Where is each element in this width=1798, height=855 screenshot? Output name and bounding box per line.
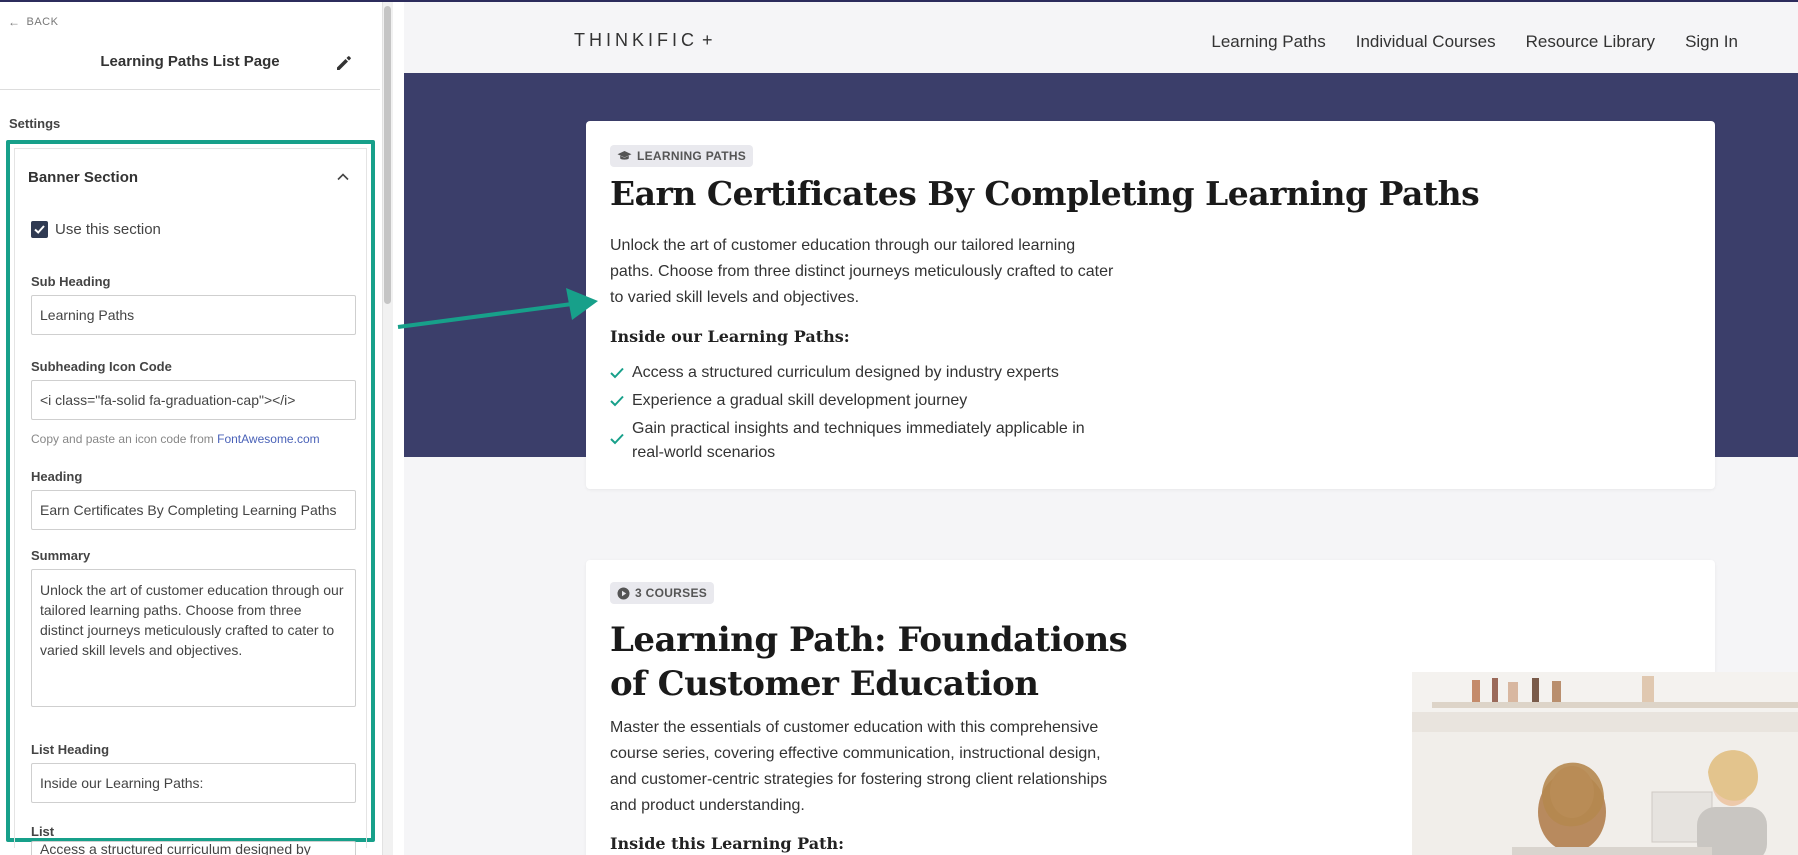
list-item: Gain practical insights and techniques i… [610,417,1110,465]
pencil-icon[interactable] [334,53,354,73]
list-textarea[interactable]: Access a structured curriculum designed … [31,841,356,855]
icon-code-label: Subheading Icon Code [31,359,172,374]
logo-text: THINKIFIC [574,30,698,50]
check-icon [610,395,624,407]
nav-individual-courses[interactable]: Individual Courses [1356,32,1496,52]
scrollbar-thumb[interactable] [384,6,391,304]
site-preview: THINKIFIC + Learning Paths Individual Cou… [404,2,1798,855]
logo-plus: + [702,30,717,50]
sub-heading-label: Sub Heading [31,274,111,289]
learning-path-list-heading: Inside this Learning Path: [610,834,845,853]
banner-checklist: Access a structured curriculum designed … [610,361,1110,469]
list-label: List [31,824,55,839]
badge-label: LEARNING PATHS [637,149,747,163]
icon-hint-text: Copy and paste an icon code from [31,432,218,446]
play-circle-icon [617,587,630,599]
banner-summary: Unlock the art of customer education thr… [610,237,1114,306]
list-heading-input[interactable]: Inside our Learning Paths: [31,763,356,803]
check-icon [610,367,624,379]
top-border [0,0,1798,2]
list-heading-label: List Heading [31,742,110,757]
site-logo[interactable]: THINKIFIC + [574,30,717,51]
back-label: BACK [26,16,59,28]
divider [0,89,380,90]
site-header: THINKIFIC + Learning Paths Individual Cou… [404,2,1798,73]
banner-section-panel: Banner Section Use this section Sub Head… [14,148,367,855]
icon-code-input[interactable]: <i class="fa-solid fa-graduation-cap"></… [31,380,356,420]
list-item: Experience a gradual skill development j… [610,389,1110,413]
nav-resource-library[interactable]: Resource Library [1526,32,1655,52]
subheading-badge: LEARNING PATHS [610,145,754,167]
checkmark-icon [34,225,45,234]
sub-heading-input[interactable]: Learning Paths [31,295,356,335]
settings-label: Settings [9,116,61,131]
theme-editor-panel: ← BACK Learning Paths List Page Settings… [0,2,393,855]
page-title: Learning Paths List Page [100,53,280,70]
banner-card: LEARNING PATHS Earn Certificates By Comp… [586,121,1715,489]
banner-list-heading: Inside our Learning Paths: [610,327,850,346]
fontawesome-link[interactable]: FontAwesome.com [217,432,320,446]
arrow-left-icon: ← [8,15,21,29]
summary-textarea[interactable]: Unlock the art of customer education thr… [31,569,356,707]
main-nav: Learning Paths Individual Courses Resour… [1211,32,1738,52]
learning-path-title[interactable]: Learning Path: Foundations of Customer E… [610,618,1170,706]
learning-path-summary: Master the essentials of customer educat… [610,719,1108,814]
chevron-up-icon[interactable] [335,169,351,185]
use-section-label: Use this section [55,221,161,238]
list-item: Access a structured curriculum designed … [610,361,1110,385]
heading-input[interactable]: Earn Certificates By Completing Learning… [31,490,356,530]
list-item-text: Experience a gradual skill development j… [632,392,968,409]
graduation-cap-icon [617,151,632,160]
nav-sign-in[interactable]: Sign In [1685,32,1738,52]
list-item-text: Gain practical insights and techniques i… [632,420,1085,461]
banner-section-highlight: Banner Section Use this section Sub Head… [6,140,375,855]
back-link[interactable]: ← BACK [8,15,58,29]
heading-label: Heading [31,469,83,484]
section-title: Banner Section [28,169,139,186]
icon-code-hint: Copy and paste an icon code from FontAwe… [31,432,320,446]
summary-label: Summary [31,548,91,563]
list-item-text: Access a structured curriculum designed … [632,364,1059,381]
use-section-checkbox[interactable] [31,221,48,238]
check-icon [610,433,624,445]
learning-path-image[interactable] [1412,672,1798,855]
courses-badge: 3 COURSES [610,582,715,604]
banner-heading: Earn Certificates By Completing Learning… [610,174,1480,213]
badge-label: 3 COURSES [635,586,708,600]
nav-learning-paths[interactable]: Learning Paths [1211,32,1325,52]
